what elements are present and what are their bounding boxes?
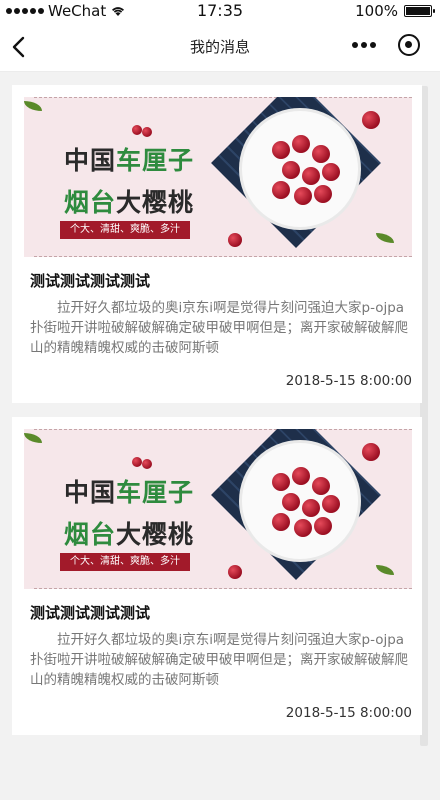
message-time: 2018-5-15 8:00:00 bbox=[285, 373, 412, 389]
cherry-decoration bbox=[362, 443, 380, 461]
message-title: 测试测试测试测试 bbox=[30, 604, 151, 622]
more-icon[interactable] bbox=[352, 42, 376, 48]
cherry-plate bbox=[242, 111, 358, 227]
cherry-decoration bbox=[228, 233, 242, 247]
banner-headline-1: 中国车厘子 bbox=[64, 473, 194, 509]
banner-tag: 个大、清甜、爽脆、多汁 bbox=[60, 221, 190, 239]
cherry-decoration bbox=[132, 457, 142, 467]
cherry-decoration bbox=[362, 111, 380, 129]
banner-headline-2a: 烟台 bbox=[64, 188, 117, 217]
banner-headline-1a: 中国 bbox=[64, 146, 117, 175]
capsule-menu bbox=[352, 34, 420, 56]
chevron-left-icon bbox=[12, 36, 25, 58]
message-body: 拉开好久都垃圾的奥i京东i啊是觉得片刻问强迫大家p-ojpa扑街啦开讲啦破解破解… bbox=[30, 632, 408, 688]
battery-text: 100% bbox=[355, 2, 398, 20]
cherry-decoration bbox=[228, 565, 242, 579]
back-button[interactable] bbox=[8, 34, 32, 60]
message-body: 拉开好久都垃圾的奥i京东i啊是觉得片刻问强迫大家p-ojpa扑街啦开讲啦破解破解… bbox=[30, 300, 408, 356]
banner-headline-1a: 中国 bbox=[64, 478, 117, 507]
message-list: 中国车厘子 烟台大樱桃 个大、清甜、爽脆、多汁 测试测试测试测试 拉开好久都垃圾… bbox=[0, 72, 440, 772]
status-right: 100% bbox=[355, 2, 435, 20]
message-time: 2018-5-15 8:00:00 bbox=[285, 705, 412, 721]
cherry-decoration bbox=[142, 127, 152, 137]
banner-headline-2b: 大樱桃 bbox=[116, 188, 195, 217]
banner-headline-1: 中国车厘子 bbox=[64, 141, 194, 177]
close-miniprogram-icon[interactable] bbox=[398, 34, 420, 56]
banner-headline-1b: 车厘子 bbox=[116, 478, 195, 507]
banner-image: 中国车厘子 烟台大樱桃 个大、清甜、爽脆、多汁 bbox=[24, 97, 412, 257]
message-title: 测试测试测试测试 bbox=[30, 272, 151, 290]
nav-bar: 我的消息 bbox=[0, 22, 440, 72]
banner-image: 中国车厘子 烟台大樱桃 个大、清甜、爽脆、多汁 bbox=[24, 429, 412, 589]
banner-headline-1b: 车厘子 bbox=[116, 146, 195, 175]
cherry-decoration bbox=[142, 459, 152, 469]
status-bar: WeChat 17:35 100% bbox=[0, 0, 440, 22]
cherry-decoration bbox=[132, 125, 142, 135]
banner-headline-2: 烟台大樱桃 bbox=[64, 515, 194, 551]
banner-headline-2b: 大樱桃 bbox=[116, 520, 195, 549]
banner-headline-2: 烟台大樱桃 bbox=[64, 183, 194, 219]
battery-icon bbox=[404, 5, 435, 17]
message-card[interactable]: 中国车厘子 烟台大樱桃 个大、清甜、爽脆、多汁 测试测试测试测试 拉开好久都垃圾… bbox=[12, 417, 422, 735]
banner-tag: 个大、清甜、爽脆、多汁 bbox=[60, 553, 190, 571]
banner-headline-2a: 烟台 bbox=[64, 520, 117, 549]
message-card[interactable]: 中国车厘子 烟台大樱桃 个大、清甜、爽脆、多汁 测试测试测试测试 拉开好久都垃圾… bbox=[12, 85, 422, 403]
cherry-plate bbox=[242, 443, 358, 559]
